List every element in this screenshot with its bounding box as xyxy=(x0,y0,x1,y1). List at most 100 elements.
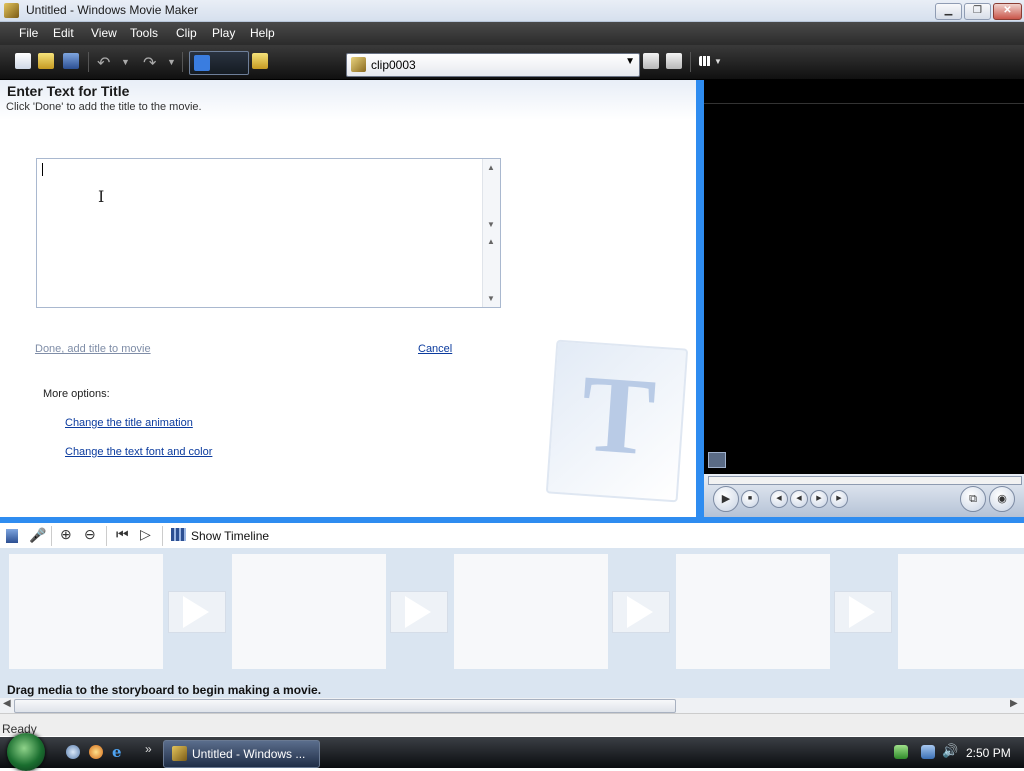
save-icon[interactable] xyxy=(63,53,79,69)
set-audio-levels-icon[interactable] xyxy=(6,529,18,543)
watermark-letter: T xyxy=(577,351,659,479)
chevron-down-icon[interactable]: ▼ xyxy=(625,56,635,67)
taskbar: e » Untitled - Windows ... 🔊 2:50 PM xyxy=(0,733,1024,771)
split-button[interactable]: ⧉ xyxy=(960,486,986,512)
redo-icon[interactable]: ↷ xyxy=(143,53,156,73)
forward-button[interactable]: ▶ xyxy=(810,490,828,508)
title-watermark-graphic: T xyxy=(545,339,689,503)
scroll-down-icon[interactable]: ▼ xyxy=(487,220,495,229)
split-clip-icon[interactable] xyxy=(708,452,726,468)
subtitle-text-scrollbar[interactable]: ▲ ▼ xyxy=(482,233,500,307)
previous-frame-button[interactable]: ◀ xyxy=(770,490,788,508)
scroll-up-icon[interactable]: ▲ xyxy=(487,163,495,172)
view-options-icon[interactable] xyxy=(699,56,711,66)
internet-explorer-icon[interactable]: e xyxy=(112,743,122,761)
scroll-right-icon[interactable]: ▶ xyxy=(1010,698,1018,709)
seek-bar[interactable] xyxy=(708,476,1022,485)
new-collection-folder-icon[interactable] xyxy=(666,53,682,69)
storyboard-frame[interactable] xyxy=(454,554,608,669)
menu-edit[interactable]: Edit xyxy=(53,26,74,40)
menu-view[interactable]: View xyxy=(91,26,117,40)
taskbar-clock[interactable]: 2:50 PM xyxy=(966,746,1011,760)
previous-icon: ◀ xyxy=(776,495,782,502)
transition-slot[interactable] xyxy=(168,591,226,633)
stop-button[interactable]: ■ xyxy=(741,490,759,508)
storyboard-frame[interactable] xyxy=(9,554,163,669)
transition-arrow-icon xyxy=(405,596,431,628)
cancel-link[interactable]: Cancel xyxy=(418,343,452,355)
change-font-link[interactable]: Change the text font and color xyxy=(65,446,212,458)
timeline-icon[interactable] xyxy=(171,528,186,541)
play-button[interactable]: ▶ xyxy=(713,486,739,512)
menu-play[interactable]: Play xyxy=(212,26,235,40)
movie-maker-icon xyxy=(172,746,187,761)
storyboard-hint: Drag media to the storyboard to begin ma… xyxy=(7,683,322,697)
transition-arrow-icon xyxy=(627,596,653,628)
pane-splitter[interactable] xyxy=(696,80,704,517)
restore-button[interactable]: ❐ xyxy=(964,3,991,20)
storyboard-scrollbar[interactable]: ◀ ▶ xyxy=(0,698,1024,713)
title-bar: Untitled - Windows Movie Maker ▁ ❐ ✕ xyxy=(0,0,1024,22)
zoom-in-icon[interactable]: ⊕ xyxy=(60,526,72,543)
transition-slot[interactable] xyxy=(834,591,892,633)
minimize-button[interactable]: ▁ xyxy=(935,3,962,20)
storyboard-frame[interactable] xyxy=(676,554,830,669)
show-timeline-button[interactable]: Show Timeline xyxy=(191,529,269,543)
preview-controls: ▶ ■ ◀ ◀ ▶ ▶ ⧉ ◉ xyxy=(704,474,1024,517)
collection-up-icon[interactable] xyxy=(643,53,659,69)
zoom-out-icon[interactable]: ⊖ xyxy=(84,526,96,543)
menu-help[interactable]: Help xyxy=(250,26,275,40)
menu-bar: File Edit View Tools Clip Play Help xyxy=(0,22,1024,45)
quick-launch-more[interactable]: » xyxy=(145,742,152,756)
collections-icon[interactable] xyxy=(252,53,268,69)
open-project-icon[interactable] xyxy=(38,53,54,69)
title-text-scrollbar[interactable]: ▲ ▼ xyxy=(482,159,500,233)
narrate-timeline-icon[interactable]: 🎤 xyxy=(29,527,46,544)
title-text-input[interactable]: I ▲ ▼ xyxy=(36,158,501,234)
movie-maker-app-icon[interactable] xyxy=(4,3,19,18)
start-button[interactable] xyxy=(7,733,45,771)
network-icon[interactable] xyxy=(921,745,935,759)
subtitle-text-input[interactable]: ▲ ▼ xyxy=(36,233,501,308)
close-button[interactable]: ✕ xyxy=(993,3,1022,20)
view-options-dropdown-icon[interactable]: ▼ xyxy=(714,57,722,66)
transition-arrow-icon xyxy=(183,596,209,628)
storyboard-frame[interactable] xyxy=(898,554,1024,669)
scroll-left-icon[interactable]: ◀ xyxy=(3,698,11,709)
rewind-button[interactable]: ◀ xyxy=(790,490,808,508)
scrollbar-thumb[interactable] xyxy=(14,699,676,713)
media-player-icon[interactable] xyxy=(89,745,103,759)
transition-slot[interactable] xyxy=(612,591,670,633)
tasks-icon xyxy=(194,55,210,71)
safely-remove-icon[interactable] xyxy=(894,745,908,759)
change-animation-link[interactable]: Change the title animation xyxy=(65,417,193,429)
redo-dropdown-icon[interactable]: ▼ xyxy=(167,57,176,67)
show-desktop-icon[interactable] xyxy=(66,745,80,759)
take-picture-button[interactable]: ◉ xyxy=(989,486,1015,512)
rewind-storyboard-icon[interactable]: ⏮ xyxy=(116,526,129,543)
undo-icon[interactable]: ↶ xyxy=(97,53,110,73)
tasks-button[interactable] xyxy=(189,51,249,75)
camera-icon: ◉ xyxy=(997,493,1007,505)
toolbar-separator xyxy=(182,52,183,72)
done-link[interactable]: Done, add title to movie xyxy=(35,343,151,355)
next-frame-button[interactable]: ▶ xyxy=(830,490,848,508)
menu-clip[interactable]: Clip xyxy=(176,26,197,40)
scroll-down-icon[interactable]: ▼ xyxy=(487,294,495,303)
taskbar-window-button[interactable]: Untitled - Windows ... xyxy=(163,740,320,768)
transition-slot[interactable] xyxy=(390,591,448,633)
play-storyboard-icon[interactable]: ▷ xyxy=(140,526,151,543)
new-project-icon[interactable] xyxy=(15,53,31,69)
undo-dropdown-icon[interactable]: ▼ xyxy=(121,57,130,67)
storyboard-frame[interactable] xyxy=(232,554,386,669)
menu-file[interactable]: File xyxy=(19,26,38,40)
scroll-up-icon[interactable]: ▲ xyxy=(487,237,495,246)
volume-icon[interactable]: 🔊 xyxy=(942,743,958,759)
tasks-pane: Enter Text for Title Click 'Done' to add… xyxy=(0,80,696,517)
menu-tools[interactable]: Tools xyxy=(130,26,158,40)
preview-monitor: ▶ ■ ◀ ◀ ▶ ▶ ⧉ ◉ xyxy=(704,80,1024,517)
collection-select[interactable]: clip0003 ▼ xyxy=(346,53,640,77)
storyboard-toolbar: 🎤 ⊕ ⊖ ⏮ ▷ Show Timeline xyxy=(0,523,1024,548)
play-icon: ▶ xyxy=(721,493,731,505)
toolbar-separator xyxy=(106,526,107,546)
